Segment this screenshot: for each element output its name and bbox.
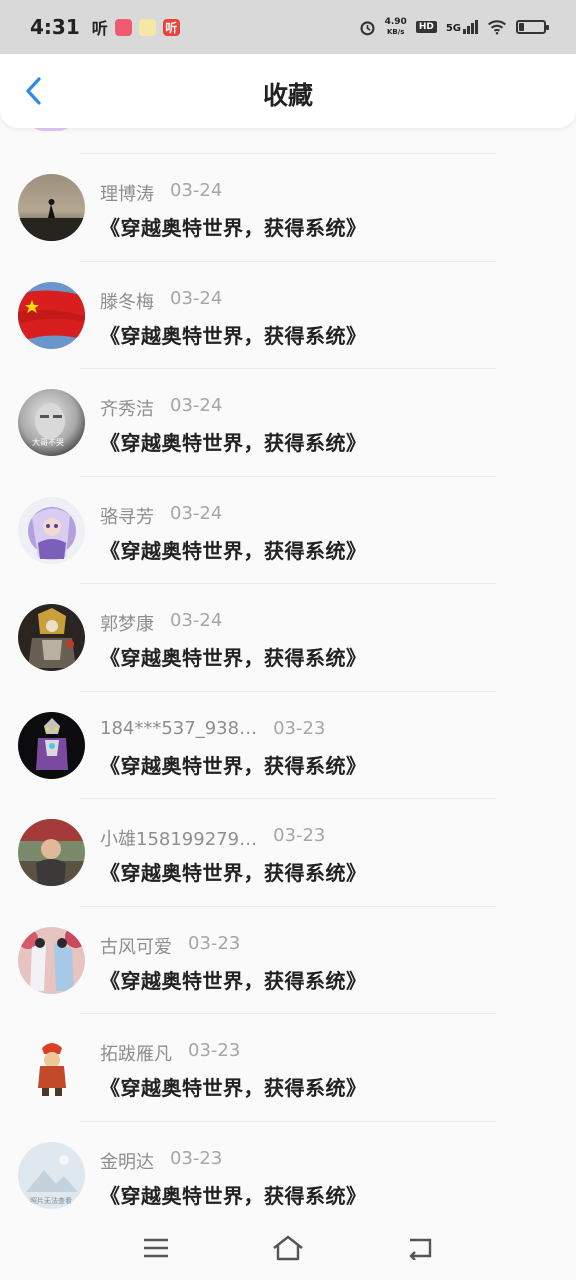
book-title[interactable]: 《穿越奥特世界，获得系统》 [100,750,367,779]
book-title[interactable]: 《穿越奥特世界，获得系统》 [100,1180,367,1209]
user-name[interactable]: 齐秀洁 [100,395,154,421]
list-item[interactable]: 小雄158199279… 03-23 《穿越奥特世界，获得系统》 [0,798,576,906]
list-item[interactable]: 照片无法查看 金明达 03-23 《穿越奥特世界，获得系统》 [0,1120,576,1228]
avatar-caption: 大哥不哭 [32,438,64,447]
book-title[interactable]: 《穿越奥特世界，获得系统》 [100,1072,367,1101]
post-date: 03-23 [188,1040,241,1061]
home-button[interactable] [268,1228,308,1268]
list-item[interactable]: 郭梦康 03-24 《穿越奥特世界，获得系统》 [0,583,576,691]
back-icon [409,1238,432,1260]
user-name[interactable]: 184***537_938… [100,718,257,739]
user-name[interactable]: 骆寻芳 [100,503,154,529]
wifi-icon [487,20,507,35]
avatar-image [18,174,85,241]
user-name[interactable]: 拓跋雁凡 [100,1040,172,1066]
item-meta: 拓跋雁凡 03-23 [100,1040,240,1066]
avatar[interactable] [18,604,85,671]
avatar[interactable] [18,711,85,779]
notification-icons: 听 听 [92,15,180,39]
list-item[interactable]: 古风可爱 03-23 《穿越奥特世界，获得系统》 [0,905,576,1013]
avatar[interactable]: 照片无法查看 [18,1141,85,1209]
avatar-image [18,926,85,994]
back-nav-button[interactable] [400,1228,440,1268]
avatar[interactable] [18,926,85,994]
post-date: 03-23 [273,717,326,739]
post-date: 03-24 [170,610,223,631]
item-meta: 郭梦康 03-24 [100,610,222,636]
hd-badge: HD [415,21,437,33]
avatar[interactable] [18,174,85,241]
book-title[interactable]: 《穿越奥特世界，获得系统》 [100,212,367,241]
page-title: 收藏 [262,81,313,110]
status-bar: 4:31 听 听 4.90 KB/s HD 5G [0,0,576,54]
avatar-image [18,281,85,349]
status-time: 4:31 [30,15,80,39]
menu-icon [144,1238,168,1258]
avatar-caption: 照片无法查看 [30,1196,72,1205]
avatar[interactable] [18,496,85,564]
post-date: 03-24 [170,395,223,416]
item-meta: 骆寻芳 03-24 [100,503,222,529]
chick-app-icon [138,18,156,36]
post-date: 03-24 [170,287,223,309]
favorites-list: 理博涛 03-24 《穿越奥特世界，获得系统》 滕冬梅 03-24 《穿越奥特世… [0,100,576,1228]
avatar[interactable] [18,281,85,349]
system-nav-bar [0,1216,576,1280]
net-speed: 4.90 KB/s [384,17,407,36]
listen-app-icon: 听 [91,19,108,38]
page-header: 收藏 [0,54,576,128]
item-meta: 小雄158199279… 03-23 [100,825,325,851]
book-title[interactable]: 《穿越奥特世界，获得系统》 [100,642,367,671]
avatar[interactable] [18,819,85,886]
reading-app-icon [114,18,132,36]
book-title[interactable]: 《穿越奥特世界，获得系统》 [100,320,367,349]
battery-icon [516,20,549,34]
signal-icon: 5G [446,20,478,34]
user-name[interactable]: 理博涛 [100,180,154,206]
user-name[interactable]: 古风可爱 [100,933,172,959]
avatar-image [18,496,85,564]
system-status: 4.90 KB/s HD 5G [359,17,549,37]
item-meta: 金明达 03-23 [100,1148,222,1174]
item-meta: 滕冬梅 03-24 [100,288,222,314]
avatar[interactable] [18,1034,85,1101]
list-item[interactable]: 理博涛 03-24 《穿越奥特世界，获得系统》 [0,153,576,261]
post-date: 03-23 [273,825,326,846]
list-item[interactable]: 骆寻芳 03-24 《穿越奥特世界，获得系统》 [0,475,576,583]
item-meta: 理博涛 03-24 [100,180,222,206]
avatar-image [18,819,85,886]
listen-red-app-icon: 听 [162,18,180,36]
book-title[interactable]: 《穿越奥特世界，获得系统》 [100,965,367,994]
avatar[interactable]: 大哥不哭 [18,389,85,456]
book-title[interactable]: 《穿越奥特世界，获得系统》 [100,535,367,564]
home-icon [273,1235,303,1261]
list-item[interactable]: 滕冬梅 03-24 《穿越奥特世界，获得系统》 [0,260,576,368]
avatar-image [18,1034,85,1101]
post-date: 03-23 [170,1147,223,1169]
user-name[interactable]: 郭梦康 [100,610,154,636]
post-date: 03-23 [188,932,241,954]
user-name[interactable]: 小雄158199279… [100,825,257,851]
favorites-screen: 4:31 听 听 4.90 KB/s HD 5G 收藏 理博涛 03-24 《穿… [0,0,576,1280]
item-meta: 184***537_938… 03-23 [100,718,325,739]
list-item[interactable]: 拓跋雁凡 03-23 《穿越奥特世界，获得系统》 [0,1013,576,1121]
item-meta: 齐秀洁 03-24 [100,395,222,421]
list-item[interactable]: 184***537_938… 03-23 《穿越奥特世界，获得系统》 [0,690,576,798]
menu-button[interactable] [136,1228,176,1268]
user-name[interactable]: 金明达 [100,1148,154,1174]
alarm-icon [360,20,375,35]
list-item[interactable]: 大哥不哭 齐秀洁 03-24 《穿越奥特世界，获得系统》 [0,368,576,476]
avatar-image [18,711,85,779]
book-title[interactable]: 《穿越奥特世界，获得系统》 [100,427,367,456]
user-name[interactable]: 滕冬梅 [100,288,154,314]
post-date: 03-24 [170,180,223,201]
avatar-image [18,604,85,671]
item-meta: 古风可爱 03-23 [100,933,240,959]
post-date: 03-24 [170,502,223,524]
book-title[interactable]: 《穿越奥特世界，获得系统》 [100,857,367,886]
